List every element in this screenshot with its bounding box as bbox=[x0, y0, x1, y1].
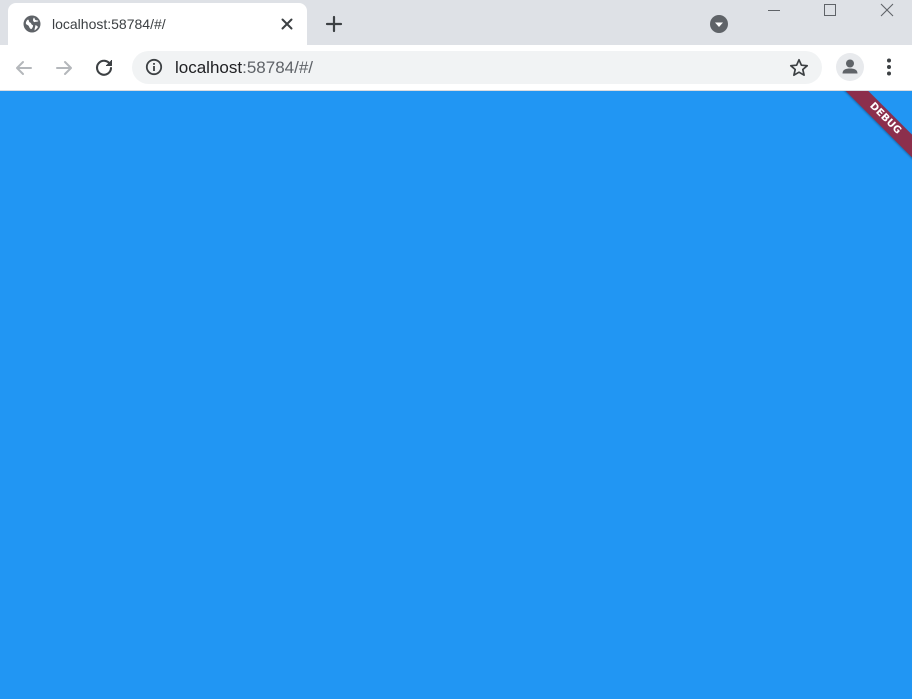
arrow-right-icon[interactable] bbox=[51, 55, 77, 81]
browser-tab[interactable]: localhost:58784/#/ bbox=[8, 3, 307, 45]
flutter-app-content: DEBUG bbox=[0, 91, 912, 699]
info-icon[interactable] bbox=[145, 58, 163, 76]
globe-icon bbox=[23, 15, 41, 33]
address-bar[interactable]: localhost:58784/#/ bbox=[132, 51, 822, 84]
arrow-left-icon[interactable] bbox=[11, 55, 37, 81]
kebab-menu-icon[interactable] bbox=[878, 55, 900, 79]
star-icon[interactable] bbox=[788, 57, 810, 79]
browser-window: localhost:58784/#/ localhost:58784/#/ DE… bbox=[0, 0, 912, 699]
url-path: :58784/#/ bbox=[242, 58, 314, 77]
debug-banner: DEBUG bbox=[840, 91, 912, 164]
profile-button[interactable] bbox=[836, 53, 864, 81]
browser-toolbar: localhost:58784/#/ bbox=[0, 45, 912, 91]
tab-title: localhost:58784/#/ bbox=[52, 16, 166, 32]
reload-icon[interactable] bbox=[91, 55, 117, 81]
person-icon bbox=[842, 59, 858, 74]
tab-strip: localhost:58784/#/ bbox=[0, 0, 912, 45]
maximize-icon[interactable] bbox=[807, 0, 853, 24]
url-host: localhost bbox=[175, 58, 243, 77]
dropdown-circle-icon[interactable] bbox=[709, 14, 729, 34]
window-close-icon[interactable] bbox=[864, 0, 910, 24]
close-icon[interactable] bbox=[278, 15, 296, 33]
url-text[interactable]: localhost:58784/#/ bbox=[175, 58, 313, 77]
plus-icon[interactable] bbox=[323, 13, 345, 35]
minimize-icon[interactable] bbox=[751, 0, 797, 24]
